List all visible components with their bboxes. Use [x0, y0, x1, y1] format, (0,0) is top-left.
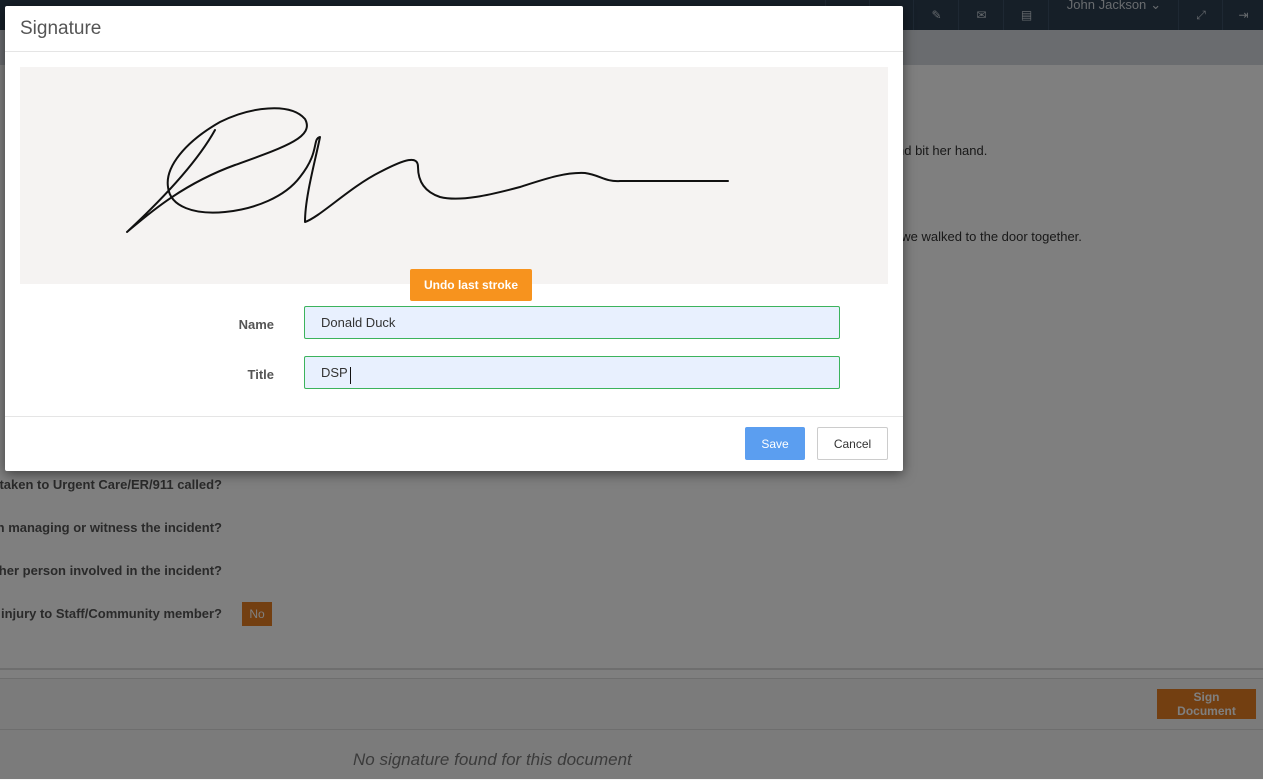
modal-header: Signature	[5, 6, 903, 52]
name-input[interactable]	[304, 306, 840, 339]
undo-last-stroke-button[interactable]: Undo last stroke	[410, 269, 532, 301]
save-button[interactable]: Save	[745, 427, 805, 460]
title-label: Title	[247, 367, 275, 382]
name-label: Name	[238, 317, 274, 332]
signature-modal: Signature Undo last stroke Name Title Sa…	[5, 6, 903, 471]
title-input[interactable]	[304, 356, 840, 389]
signature-canvas[interactable]	[20, 67, 888, 284]
signature-drawing	[126, 107, 729, 233]
cancel-button[interactable]: Cancel	[817, 427, 888, 460]
text-cursor	[350, 367, 351, 384]
modal-title: Signature	[20, 18, 102, 39]
